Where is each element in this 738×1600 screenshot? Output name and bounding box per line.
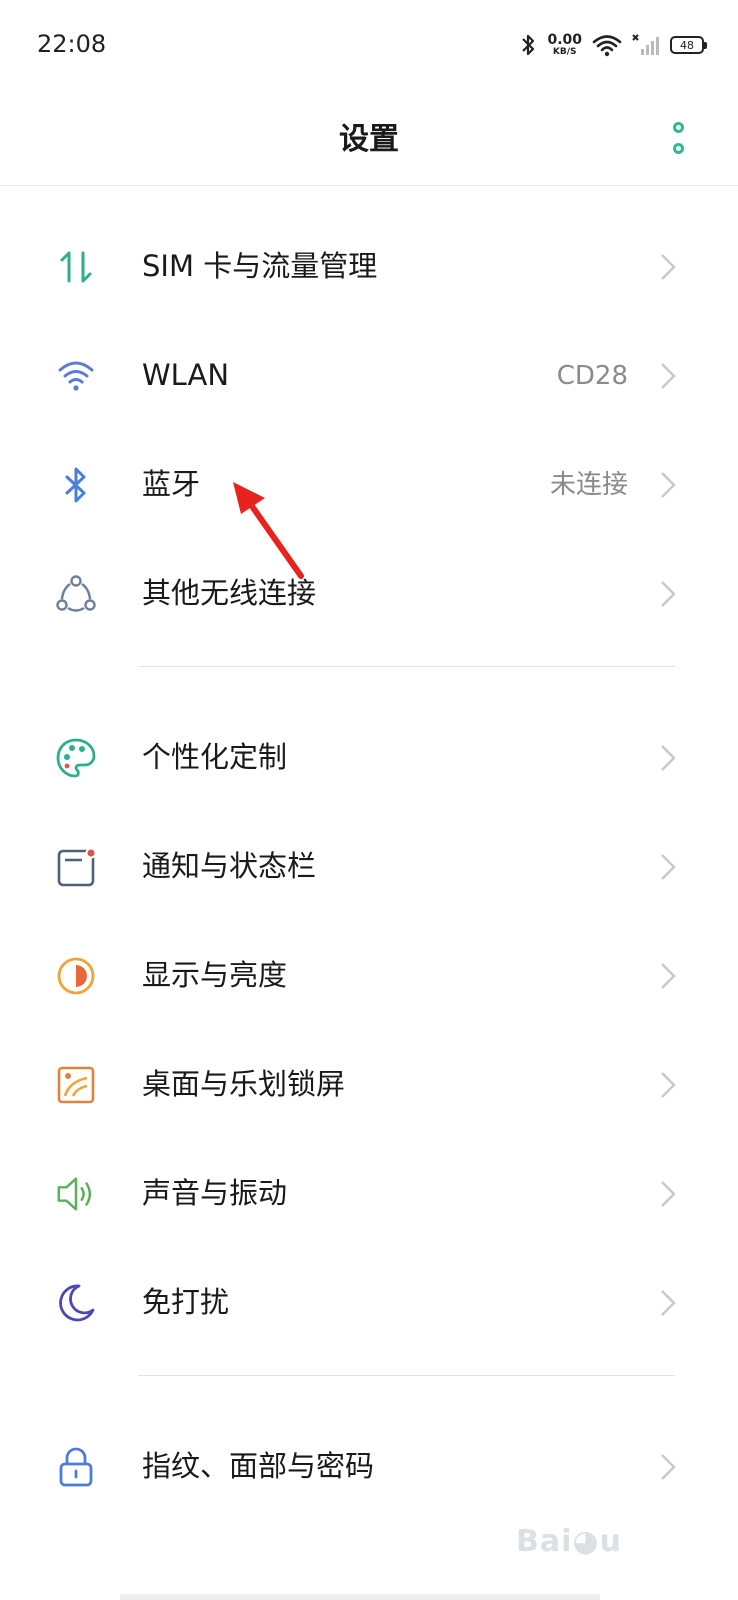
settings-item-notifications[interactable]: 通知与状态栏 <box>0 812 738 921</box>
settings-item-label: 蓝牙 <box>142 467 201 501</box>
settings-item-label: WLAN <box>142 358 230 392</box>
settings-item-display[interactable]: 显示与亮度 <box>0 921 738 1030</box>
chevron-right-icon <box>661 1181 676 1207</box>
settings-item-label: 其他无线连接 <box>142 576 317 610</box>
speaker-icon <box>55 1173 97 1215</box>
watermark-mark: Bai◕u <box>516 1524 622 1559</box>
chevron-right-icon <box>661 963 676 989</box>
settings-item-sound[interactable]: 声音与振动 <box>0 1139 738 1248</box>
wifi-icon <box>55 355 97 397</box>
settings-item-label: 通知与状态栏 <box>142 849 317 883</box>
wifi-icon <box>592 35 622 57</box>
settings-item-security[interactable]: 指纹、面部与密码 <box>0 1412 738 1521</box>
settings-item-value: 未连接 <box>549 470 628 500</box>
settings-item-label: 指纹、面部与密码 <box>142 1449 375 1483</box>
chevron-right-icon <box>661 254 676 280</box>
settings-item-label: 个性化定制 <box>142 740 288 774</box>
status-time: 22:08 <box>37 30 107 58</box>
settings-item-label: SIM 卡与流量管理 <box>142 249 378 283</box>
cellular-signal-icon <box>632 34 659 55</box>
notification-icon <box>55 846 97 888</box>
settings-item-sim[interactable]: SIM 卡与流量管理 <box>0 212 738 321</box>
sim-data-icon <box>55 246 97 288</box>
more-dot <box>672 143 684 154</box>
battery-level: 48 <box>680 38 694 52</box>
moon-icon <box>55 1282 97 1324</box>
chevron-right-icon <box>661 1454 676 1480</box>
chevron-right-icon <box>661 581 676 607</box>
settings-item-personalize[interactable]: 个性化定制 <box>0 703 738 812</box>
brightness-icon <box>55 955 97 997</box>
network-speed-value: 0.00 <box>547 32 582 48</box>
more-options-button[interactable] <box>668 118 688 158</box>
settings-item-label: 显示与亮度 <box>142 958 288 992</box>
chevron-right-icon <box>661 472 676 498</box>
network-speed: 0.00 KB/S <box>547 33 582 57</box>
chevron-right-icon <box>661 1290 676 1316</box>
settings-item-dnd[interactable]: 免打扰 <box>0 1248 738 1357</box>
status-icons: 0.00 KB/S 48 <box>519 30 707 60</box>
wallpaper-icon <box>55 1064 97 1106</box>
wireless-connections-icon <box>55 573 97 615</box>
page-title: 设置 <box>339 122 399 157</box>
lock-icon <box>55 1446 97 1488</box>
settings-item-value: CD28 <box>556 361 628 391</box>
chevron-right-icon <box>661 854 676 880</box>
network-speed-unit: KB/S <box>552 47 577 57</box>
chevron-right-icon <box>661 745 676 771</box>
settings-item-bluetooth[interactable]: 蓝牙 未连接 <box>0 430 738 539</box>
battery-icon: 48 <box>670 36 707 54</box>
more-vertical-icon <box>672 122 684 133</box>
settings-item-label: 声音与振动 <box>142 1176 288 1210</box>
chevron-right-icon <box>661 1072 676 1098</box>
settings-item-label: 免打扰 <box>142 1285 230 1319</box>
chevron-right-icon <box>661 363 676 389</box>
group-divider <box>138 1375 675 1376</box>
bluetooth-icon <box>522 34 535 56</box>
settings-item-label: 桌面与乐划锁屏 <box>142 1067 346 1101</box>
baidu-watermark-logo: Bai◕u <box>516 1516 696 1576</box>
settings-item-other-wireless[interactable]: 其他无线连接 <box>0 539 738 648</box>
scroll-edge <box>120 1594 600 1600</box>
bluetooth-icon <box>55 464 97 506</box>
group-divider <box>138 666 675 667</box>
app-header: 设置 <box>0 90 738 186</box>
status-bar: 22:08 0.00 KB/S 48 <box>0 0 738 90</box>
palette-icon <box>55 737 97 779</box>
settings-item-desktop[interactable]: 桌面与乐划锁屏 <box>0 1030 738 1139</box>
settings-list: SIM 卡与流量管理 WLAN CD28 蓝牙 未连接 其他无线连接 个性化定制… <box>0 212 738 1521</box>
settings-item-wlan[interactable]: WLAN CD28 <box>0 321 738 430</box>
